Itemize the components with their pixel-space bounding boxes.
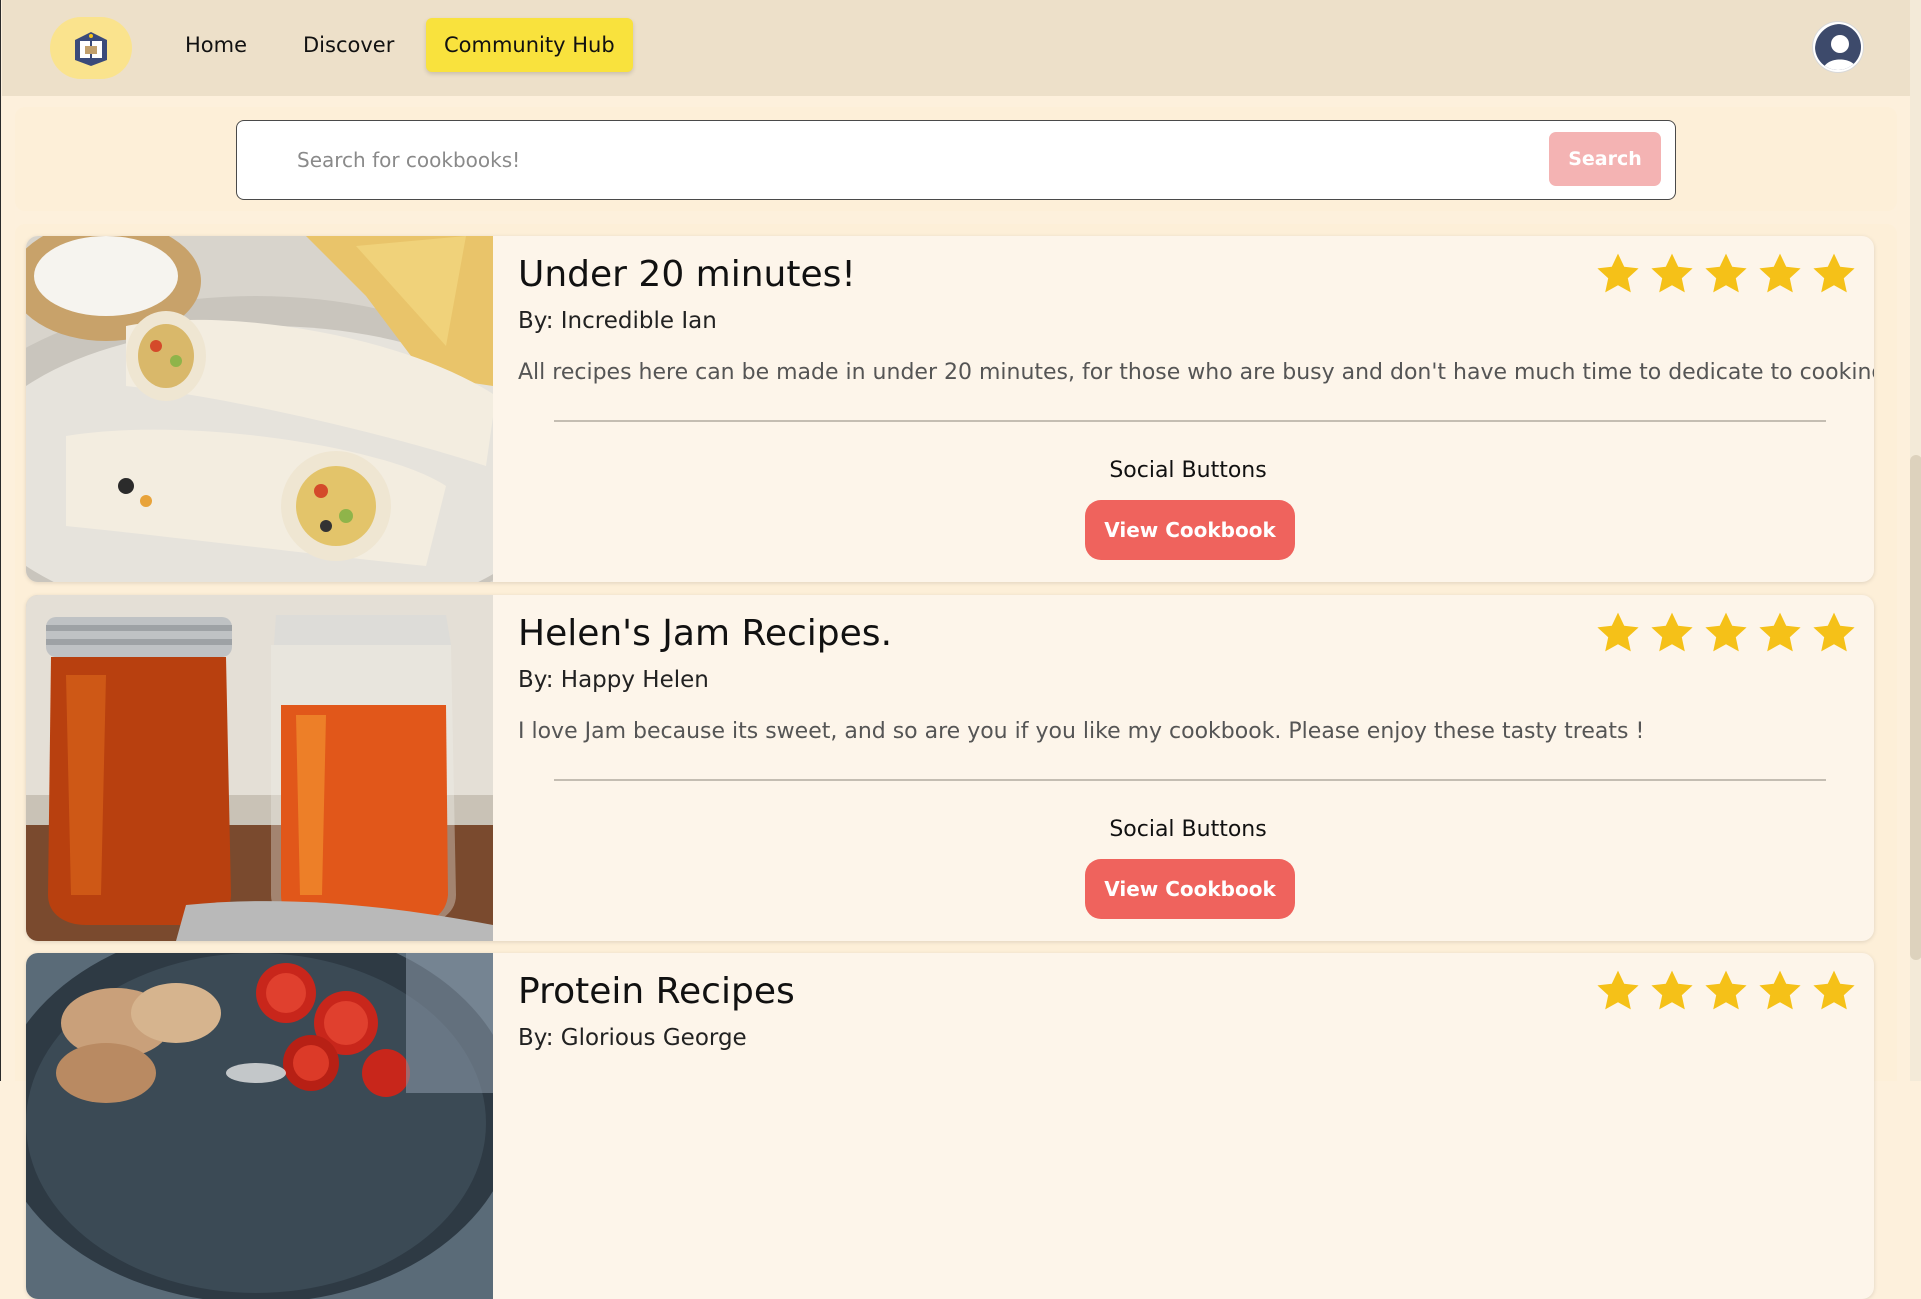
search-button-label: Search <box>1568 148 1642 170</box>
view-cookbook-button[interactable]: View Cookbook <box>1085 500 1295 560</box>
user-avatar-icon[interactable] <box>1813 22 1863 72</box>
social-buttons-label: Social Buttons <box>1109 817 1267 842</box>
star-icon <box>1759 612 1801 652</box>
star-icon <box>1705 612 1747 652</box>
star-icon <box>1597 970 1639 1010</box>
star-icon <box>1813 612 1855 652</box>
star-icon <box>1705 253 1747 293</box>
star-icon <box>1651 970 1693 1010</box>
search-input[interactable] <box>295 135 1495 185</box>
card-divider <box>554 779 1826 781</box>
cookbook-card: Under 20 minutes! By: Incredible Ian All… <box>26 236 1874 582</box>
card-divider <box>554 420 1826 422</box>
star-icon <box>1813 253 1855 293</box>
nav-discover[interactable]: Discover <box>285 18 412 72</box>
cookbook-card: Protein Recipes By: Glorious George <box>26 953 1874 1299</box>
star-icon <box>1651 253 1693 293</box>
rating-stars <box>1594 967 1858 1015</box>
social-buttons-label: Social Buttons <box>1109 458 1267 483</box>
nav-home-label: Home <box>185 33 248 57</box>
cookbook-description: All recipes here can be made in under 20… <box>518 360 1874 385</box>
cookbook-author: By: Happy Helen <box>518 667 709 693</box>
star-icon <box>1597 253 1639 293</box>
search-box: Search <box>236 120 1676 200</box>
protein-bowl-photo <box>26 953 493 1299</box>
star-icon <box>1759 253 1801 293</box>
cookbook-author: By: Glorious George <box>518 1025 747 1051</box>
rating-stars <box>1594 609 1858 657</box>
view-cookbook-label: View Cookbook <box>1104 877 1276 901</box>
star-icon <box>1705 970 1747 1010</box>
cookbook-author: By: Incredible Ian <box>518 308 717 334</box>
nav-discover-label: Discover <box>303 33 395 57</box>
view-cookbook-label: View Cookbook <box>1104 518 1276 542</box>
nav-home[interactable]: Home <box>167 18 265 72</box>
cookbook-title: Under 20 minutes! <box>518 254 856 295</box>
star-icon <box>1597 612 1639 652</box>
view-cookbook-button[interactable]: View Cookbook <box>1085 859 1295 919</box>
star-icon <box>1651 612 1693 652</box>
top-navbar: Home Discover Community Hub <box>2 0 1910 96</box>
nav-community-hub-label: Community Hub <box>444 33 615 57</box>
scrollbar-thumb[interactable] <box>1910 455 1921 960</box>
cookbook-logo-icon[interactable] <box>50 17 132 79</box>
star-icon <box>1813 970 1855 1010</box>
cookbook-card: Helen's Jam Recipes. By: Happy Helen I l… <box>26 595 1874 941</box>
jam-jars-photo <box>26 595 493 941</box>
rating-stars <box>1594 250 1858 298</box>
page: Home Discover Community Hub Search for c… <box>0 0 1921 1299</box>
cookbook-description: I love Jam because its sweet, and so are… <box>518 719 1645 744</box>
cookbook-title: Helen's Jam Recipes. <box>518 613 893 654</box>
burrito-wraps-photo <box>26 236 493 582</box>
star-icon <box>1759 970 1801 1010</box>
cookbook-title: Protein Recipes <box>518 971 795 1012</box>
nav-community-hub[interactable]: Community Hub <box>426 18 633 72</box>
search-button[interactable]: Search <box>1549 132 1661 186</box>
